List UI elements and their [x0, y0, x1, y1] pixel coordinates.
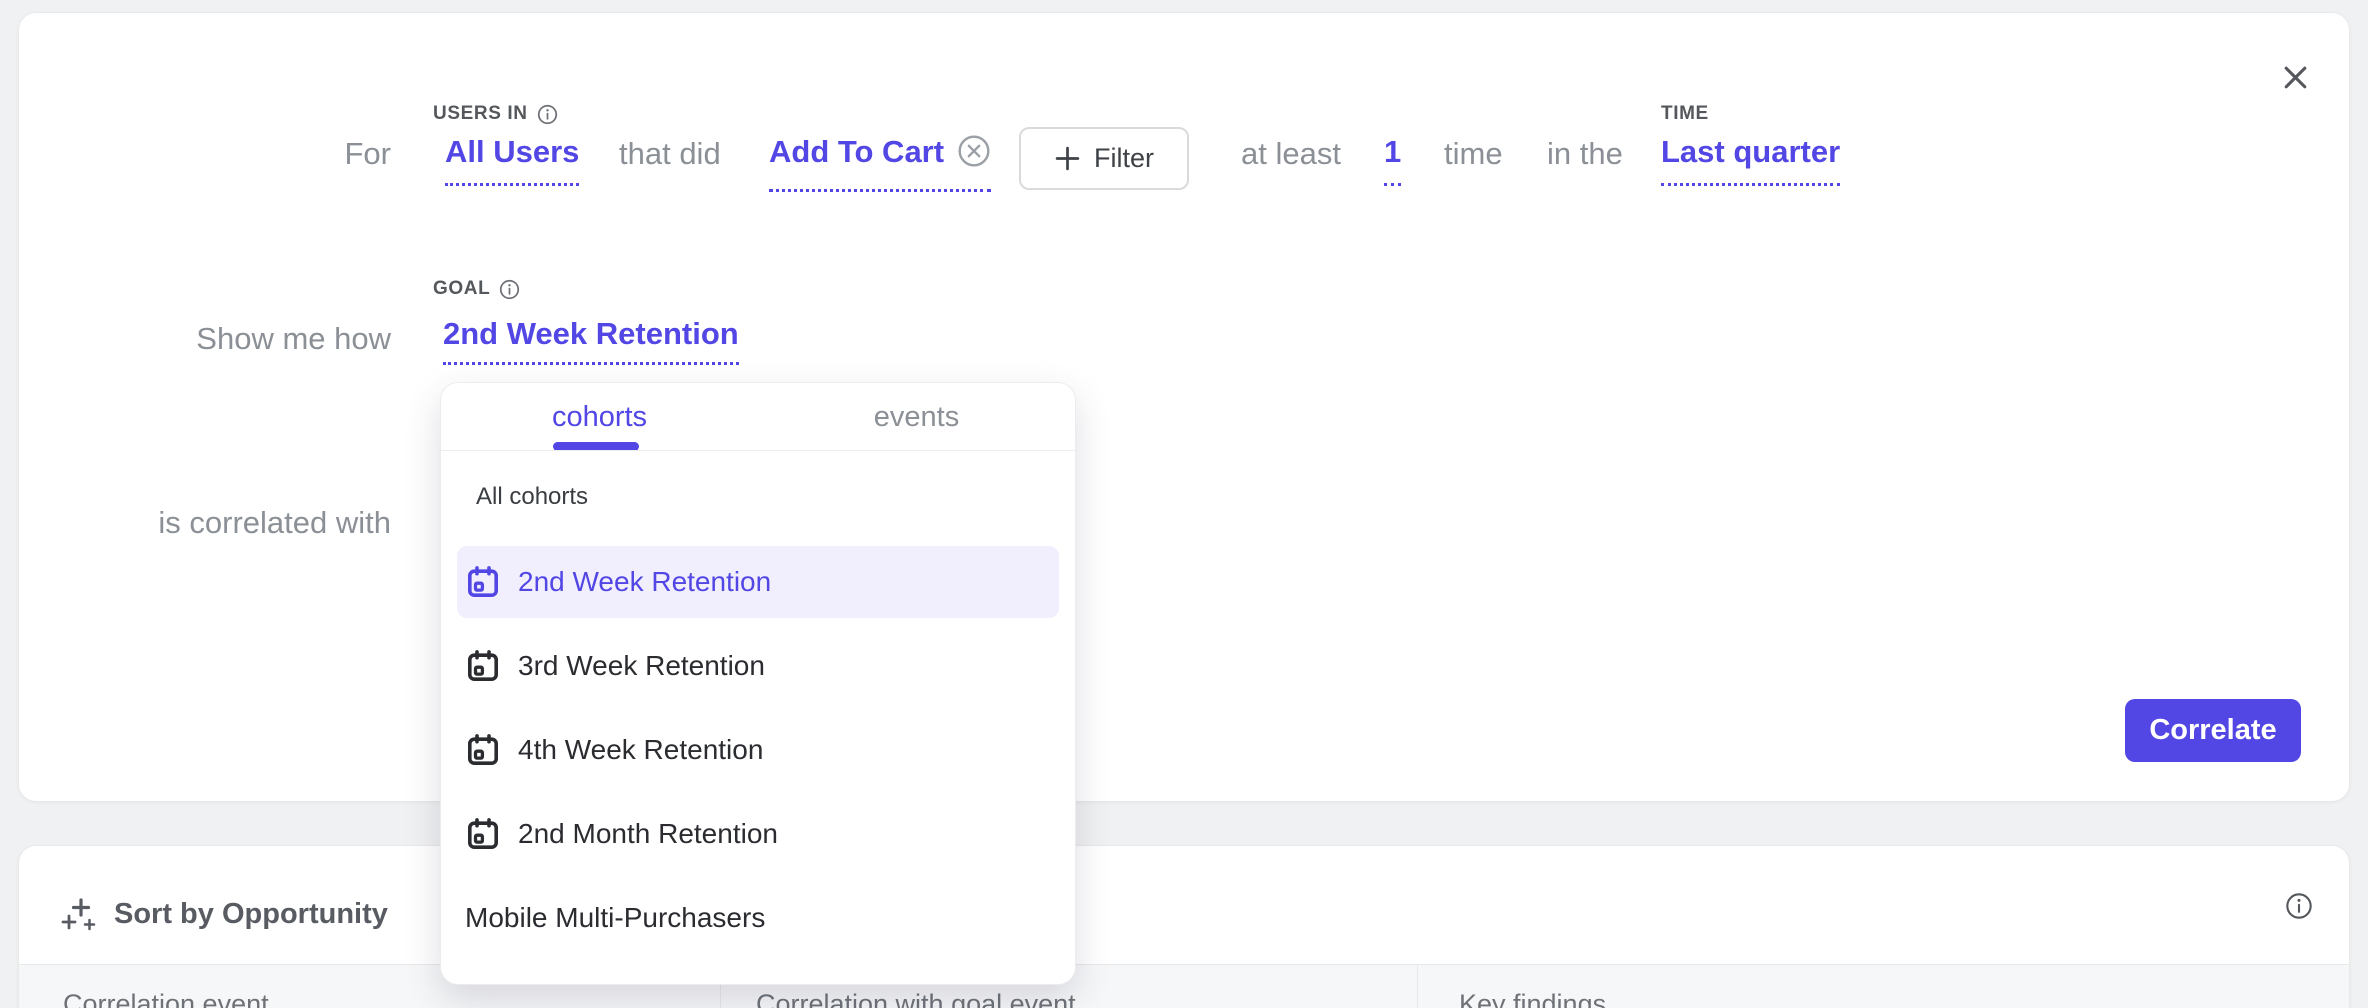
time-label-text: TIME [1661, 103, 1709, 125]
calendar-icon [465, 564, 501, 600]
info-icon [499, 279, 520, 300]
that-did-text: that did [619, 136, 721, 172]
add-filter-button[interactable]: Filter [1019, 127, 1189, 190]
column-header-correlation-with-goal: Correlation with goal event [756, 989, 1076, 1008]
show-me-how-text: Show me how [196, 321, 391, 357]
column-header-key-findings: Key findings [1459, 989, 1606, 1008]
correlate-button[interactable]: Correlate [2125, 699, 2301, 762]
goal-selector[interactable]: 2nd Week Retention [443, 315, 739, 365]
table-header-row [19, 965, 2349, 1008]
dropdown-item-label: 3rd Week Retention [518, 650, 765, 682]
sort-by-opportunity-button[interactable]: Sort by Opportunity [55, 894, 394, 934]
sort-by-opportunity-label: Sort by Opportunity [114, 898, 388, 931]
info-icon [537, 104, 558, 125]
info-icon [2285, 890, 2313, 922]
dropdown-item-label: Mobile Multi-Purchasers [465, 902, 765, 934]
dropdown-item-multi-day-browsers[interactable]: Multi-Day Browsers Not Finding What They [457, 966, 1059, 985]
goal-dropdown-panel: cohorts events All cohorts 2nd Week Rete… [440, 382, 1076, 985]
in-the-text: in the [1547, 136, 1623, 172]
goal-info-button[interactable] [499, 279, 520, 300]
close-button[interactable] [2271, 53, 2319, 101]
column-header-correlation-event: Correlation event [63, 989, 269, 1008]
is-correlated-with-text: is correlated with [158, 505, 391, 541]
all-users-selector[interactable]: All Users [445, 133, 579, 186]
dropdown-item-mobile-multi-purchasers[interactable]: Mobile Multi-Purchasers [457, 882, 1059, 954]
cohort-section-label: All cohorts [476, 483, 588, 511]
at-least-text: at least [1241, 136, 1341, 172]
tab-cohorts[interactable]: cohorts [441, 393, 758, 441]
time-word-text: time [1444, 136, 1503, 172]
column-divider [1417, 965, 1418, 1008]
goal-label: GOAL [433, 278, 520, 300]
screen: USERS IN For All Users that did Add To C… [0, 0, 2368, 1008]
tabs-divider [441, 450, 1075, 451]
close-icon [2280, 62, 2311, 93]
time-label: TIME [1661, 103, 1709, 125]
time-range-selector[interactable]: Last quarter [1661, 133, 1840, 186]
remove-event-icon[interactable] [957, 134, 991, 168]
calendar-icon [465, 732, 501, 768]
event-selector-label: Add To Cart [769, 134, 944, 169]
count-selector[interactable]: 1 [1384, 133, 1401, 186]
plus-icon [1054, 145, 1081, 172]
goal-label-text: GOAL [433, 278, 490, 300]
dropdown-item-label: 2nd Month Retention [518, 818, 778, 850]
dropdown-item-4th-week-retention[interactable]: 4th Week Retention [457, 714, 1059, 786]
users-in-label-text: USERS IN [433, 103, 528, 125]
dropdown-item-2nd-month-retention[interactable]: 2nd Month Retention [457, 798, 1059, 870]
dropdown-tabs: cohorts events [441, 393, 1075, 441]
event-selector[interactable]: Add To Cart [769, 133, 991, 192]
users-in-info-button[interactable] [537, 104, 558, 125]
dropdown-item-label: 2nd Week Retention [518, 566, 771, 598]
correlation-query-card: USERS IN For All Users that did Add To C… [18, 12, 2350, 802]
calendar-icon [465, 816, 501, 852]
calendar-icon [465, 648, 501, 684]
tab-events[interactable]: events [758, 393, 1075, 441]
results-info-button[interactable] [2279, 886, 2319, 926]
dropdown-item-2nd-week-retention[interactable]: 2nd Week Retention [457, 546, 1059, 618]
for-text: For [345, 136, 392, 172]
dropdown-item-label: 4th Week Retention [518, 734, 763, 766]
results-card: Sort by Opportunity Correlation event Co… [18, 845, 2350, 1008]
dropdown-item-3rd-week-retention[interactable]: 3rd Week Retention [457, 630, 1059, 702]
users-in-label: USERS IN [433, 103, 558, 125]
sort-sparkle-icon [61, 895, 99, 933]
add-filter-label: Filter [1094, 143, 1154, 174]
